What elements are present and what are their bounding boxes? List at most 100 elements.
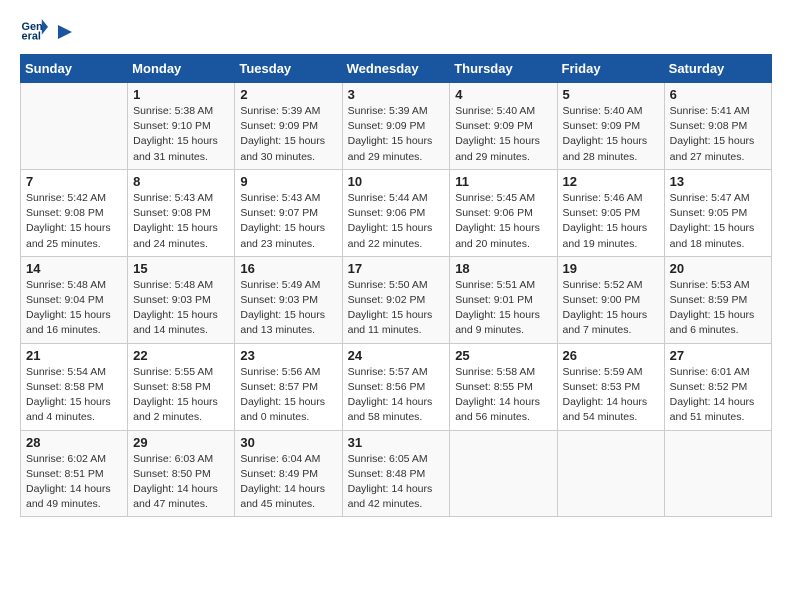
day-info: Sunrise: 6:03 AMSunset: 8:50 PMDaylight:…	[133, 452, 229, 513]
calendar-week-4: 21Sunrise: 5:54 AMSunset: 8:58 PMDayligh…	[21, 343, 772, 430]
day-number: 7	[26, 174, 122, 189]
calendar-cell	[450, 430, 557, 517]
day-info: Sunrise: 6:04 AMSunset: 8:49 PMDaylight:…	[240, 452, 336, 513]
calendar-cell: 11 Sunrise: 5:45 AMSunset: 9:06 PMDayligh…	[450, 169, 557, 256]
weekday-header-saturday: Saturday	[664, 55, 771, 83]
day-info: Sunrise: 5:48 AMSunset: 9:03 PMDaylight:…	[133, 278, 229, 339]
day-number: 12	[563, 174, 659, 189]
day-info: Sunrise: 5:55 AMSunset: 8:58 PMDaylight:…	[133, 365, 229, 426]
day-info: Sunrise: 5:50 AMSunset: 9:02 PMDaylight:…	[348, 278, 445, 339]
day-number: 31	[348, 435, 445, 450]
calendar-cell: 14 Sunrise: 5:48 AMSunset: 9:04 PMDayligh…	[21, 256, 128, 343]
day-info: Sunrise: 5:40 AMSunset: 9:09 PMDaylight:…	[455, 104, 551, 165]
day-number: 17	[348, 261, 445, 276]
day-info: Sunrise: 5:43 AMSunset: 9:07 PMDaylight:…	[240, 191, 336, 252]
day-number: 28	[26, 435, 122, 450]
calendar-cell: 8 Sunrise: 5:43 AMSunset: 9:08 PMDaylight…	[128, 169, 235, 256]
calendar-cell: 6 Sunrise: 5:41 AMSunset: 9:08 PMDaylight…	[664, 83, 771, 170]
calendar-cell: 21Sunrise: 5:54 AMSunset: 8:58 PMDayligh…	[21, 343, 128, 430]
day-info: Sunrise: 6:05 AMSunset: 8:48 PMDaylight:…	[348, 452, 445, 513]
calendar-cell: 2Sunrise: 5:39 AMSunset: 9:09 PMDaylight…	[235, 83, 342, 170]
day-number: 9	[240, 174, 336, 189]
calendar-cell: 28 Sunrise: 6:02 AMSunset: 8:51 PMDayligh…	[21, 430, 128, 517]
day-info: Sunrise: 5:45 AMSunset: 9:06 PMDaylight:…	[455, 191, 551, 252]
calendar-cell: 13 Sunrise: 5:47 AMSunset: 9:05 PMDayligh…	[664, 169, 771, 256]
day-number: 6	[670, 87, 766, 102]
day-number: 14	[26, 261, 122, 276]
calendar-cell: 24 Sunrise: 5:57 AMSunset: 8:56 PMDayligh…	[342, 343, 450, 430]
day-number: 22	[133, 348, 229, 363]
day-number: 11	[455, 174, 551, 189]
weekday-header-wednesday: Wednesday	[342, 55, 450, 83]
day-number: 27	[670, 348, 766, 363]
day-info: Sunrise: 5:48 AMSunset: 9:04 PMDaylight:…	[26, 278, 122, 339]
day-number: 16	[240, 261, 336, 276]
day-info: Sunrise: 5:42 AMSunset: 9:08 PMDaylight:…	[26, 191, 122, 252]
calendar-cell: 7 Sunrise: 5:42 AMSunset: 9:08 PMDaylight…	[21, 169, 128, 256]
day-number: 20	[670, 261, 766, 276]
day-number: 15	[133, 261, 229, 276]
weekday-header-sunday: Sunday	[21, 55, 128, 83]
calendar-cell: 17 Sunrise: 5:50 AMSunset: 9:02 PMDayligh…	[342, 256, 450, 343]
calendar-cell: 10Sunrise: 5:44 AMSunset: 9:06 PMDayligh…	[342, 169, 450, 256]
day-info: Sunrise: 5:47 AMSunset: 9:05 PMDaylight:…	[670, 191, 766, 252]
calendar-cell: 26 Sunrise: 5:59 AMSunset: 8:53 PMDayligh…	[557, 343, 664, 430]
day-info: Sunrise: 5:52 AMSunset: 9:00 PMDaylight:…	[563, 278, 659, 339]
day-number: 13	[670, 174, 766, 189]
calendar-cell: 9 Sunrise: 5:43 AMSunset: 9:07 PMDaylight…	[235, 169, 342, 256]
day-info: Sunrise: 5:41 AMSunset: 9:08 PMDaylight:…	[670, 104, 766, 165]
day-number: 1	[133, 87, 229, 102]
day-info: Sunrise: 5:38 AMSunset: 9:10 PMDaylight:…	[133, 104, 229, 165]
day-info: Sunrise: 6:01 AMSunset: 8:52 PMDaylight:…	[670, 365, 766, 426]
day-number: 30	[240, 435, 336, 450]
logo-icon: Gen eral	[20, 16, 48, 44]
day-info: Sunrise: 5:57 AMSunset: 8:56 PMDaylight:…	[348, 365, 445, 426]
day-info: Sunrise: 5:49 AMSunset: 9:03 PMDaylight:…	[240, 278, 336, 339]
day-number: 8	[133, 174, 229, 189]
calendar-cell: 16 Sunrise: 5:49 AMSunset: 9:03 PMDayligh…	[235, 256, 342, 343]
day-info: Sunrise: 5:59 AMSunset: 8:53 PMDaylight:…	[563, 365, 659, 426]
day-info: Sunrise: 5:39 AMSunset: 9:09 PMDaylight:…	[348, 104, 445, 165]
day-info: Sunrise: 5:39 AMSunset: 9:09 PMDaylight:…	[240, 104, 336, 165]
calendar-cell: 15 Sunrise: 5:48 AMSunset: 9:03 PMDayligh…	[128, 256, 235, 343]
day-number: 21	[26, 348, 122, 363]
weekday-header-tuesday: Tuesday	[235, 55, 342, 83]
day-number: 3	[348, 87, 445, 102]
calendar-cell: 3 Sunrise: 5:39 AMSunset: 9:09 PMDaylight…	[342, 83, 450, 170]
calendar-cell	[557, 430, 664, 517]
calendar-cell: 12 Sunrise: 5:46 AMSunset: 9:05 PMDayligh…	[557, 169, 664, 256]
day-number: 18	[455, 261, 551, 276]
day-number: 23	[240, 348, 336, 363]
calendar-cell: 27 Sunrise: 6:01 AMSunset: 8:52 PMDayligh…	[664, 343, 771, 430]
calendar-cell	[21, 83, 128, 170]
calendar-cell: 29 Sunrise: 6:03 AMSunset: 8:50 PMDayligh…	[128, 430, 235, 517]
weekday-header-monday: Monday	[128, 55, 235, 83]
calendar-cell: 23 Sunrise: 5:56 AMSunset: 8:57 PMDayligh…	[235, 343, 342, 430]
calendar-week-3: 14 Sunrise: 5:48 AMSunset: 9:04 PMDayligh…	[21, 256, 772, 343]
day-info: Sunrise: 5:46 AMSunset: 9:05 PMDaylight:…	[563, 191, 659, 252]
logo-arrow-icon	[54, 23, 72, 41]
page-header: Gen eral	[20, 16, 772, 44]
calendar-cell: 1 Sunrise: 5:38 AMSunset: 9:10 PMDaylight…	[128, 83, 235, 170]
calendar-cell: 31 Sunrise: 6:05 AMSunset: 8:48 PMDayligh…	[342, 430, 450, 517]
day-info: Sunrise: 5:56 AMSunset: 8:57 PMDaylight:…	[240, 365, 336, 426]
calendar-week-2: 7 Sunrise: 5:42 AMSunset: 9:08 PMDaylight…	[21, 169, 772, 256]
calendar-week-5: 28 Sunrise: 6:02 AMSunset: 8:51 PMDayligh…	[21, 430, 772, 517]
day-info: Sunrise: 5:51 AMSunset: 9:01 PMDaylight:…	[455, 278, 551, 339]
calendar-cell: 20 Sunrise: 5:53 AMSunset: 8:59 PMDayligh…	[664, 256, 771, 343]
day-number: 29	[133, 435, 229, 450]
day-number: 25	[455, 348, 551, 363]
calendar-table: SundayMondayTuesdayWednesdayThursdayFrid…	[20, 54, 772, 517]
calendar-cell: 22 Sunrise: 5:55 AMSunset: 8:58 PMDayligh…	[128, 343, 235, 430]
day-number: 5	[563, 87, 659, 102]
day-info: Sunrise: 5:44 AMSunset: 9:06 PMDaylight:…	[348, 191, 445, 252]
day-info: Sunrise: 5:40 AMSunset: 9:09 PMDaylight:…	[563, 104, 659, 165]
calendar-cell: 25Sunrise: 5:58 AMSunset: 8:55 PMDayligh…	[450, 343, 557, 430]
day-number: 26	[563, 348, 659, 363]
day-info: Sunrise: 6:02 AMSunset: 8:51 PMDaylight:…	[26, 452, 122, 513]
calendar-cell: 4Sunrise: 5:40 AMSunset: 9:09 PMDaylight…	[450, 83, 557, 170]
day-number: 24	[348, 348, 445, 363]
day-info: Sunrise: 5:53 AMSunset: 8:59 PMDaylight:…	[670, 278, 766, 339]
day-info: Sunrise: 5:43 AMSunset: 9:08 PMDaylight:…	[133, 191, 229, 252]
calendar-cell: 18 Sunrise: 5:51 AMSunset: 9:01 PMDayligh…	[450, 256, 557, 343]
